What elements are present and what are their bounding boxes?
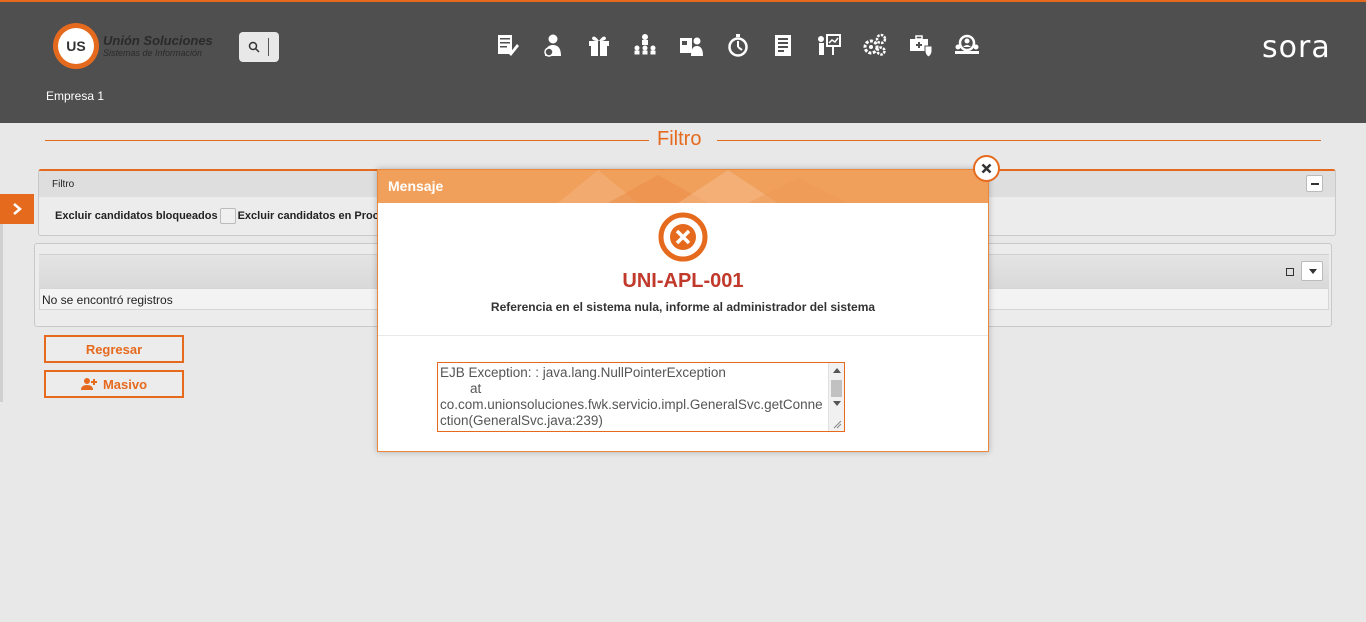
stopwatch-icon[interactable]	[722, 30, 752, 60]
error-dialog: Mensaje UNI-APL-001 Referencia en el sis…	[377, 169, 989, 452]
org-chart-icon[interactable]	[630, 30, 660, 60]
header-decoration	[558, 170, 848, 203]
document-icon[interactable]	[768, 30, 798, 60]
user-add-icon	[80, 378, 97, 390]
error-icon	[658, 212, 708, 262]
title-line-left	[45, 140, 649, 141]
error-detail-text: EJB Exception: : java.lang.NullPointerEx…	[440, 365, 823, 428]
scroll-up-icon[interactable]	[833, 368, 841, 373]
maximize-icon[interactable]	[1286, 268, 1294, 276]
logo-badge-text: US	[58, 28, 94, 64]
person-money-icon[interactable]	[538, 30, 568, 60]
collapse-button[interactable]	[1306, 175, 1323, 192]
close-icon	[981, 163, 992, 174]
back-button[interactable]: Regresar	[44, 335, 184, 363]
filter-panel-title: Filtro	[52, 179, 75, 190]
resize-grip-icon[interactable]	[832, 419, 842, 429]
exclude-blocked-checkbox[interactable]	[219, 208, 236, 224]
section-title-text: Filtro	[657, 128, 702, 150]
chevron-right-icon	[13, 203, 22, 215]
scroll-down-icon[interactable]	[833, 401, 841, 406]
medical-case-icon[interactable]	[906, 30, 936, 60]
search-divider	[268, 38, 269, 56]
bulk-button-label: Masivo	[102, 376, 148, 392]
search-button[interactable]	[239, 32, 279, 62]
id-card-person-icon[interactable]	[676, 30, 706, 60]
logo-name: Unión Soluciones	[103, 33, 213, 48]
dialog-header: Mensaje	[378, 170, 988, 203]
people-search-icon[interactable]	[952, 30, 982, 60]
title-line-right	[717, 140, 1321, 141]
dialog-separator	[378, 335, 988, 336]
contract-edit-icon[interactable]	[492, 30, 522, 60]
logo-subtitle: Sistemas de Información	[103, 48, 203, 58]
gift-icon[interactable]	[584, 30, 614, 60]
side-divider	[0, 224, 3, 402]
brand-logo: sora	[1262, 30, 1331, 65]
module-nav	[492, 30, 998, 60]
company-logo[interactable]: US Unión Soluciones Sistemas de Informac…	[53, 23, 213, 69]
dialog-title: Mensaje	[388, 178, 444, 194]
company-name[interactable]: Empresa 1	[46, 89, 104, 103]
app-header: US Unión Soluciones Sistemas de Informac…	[0, 2, 1366, 123]
back-button-label: Regresar	[85, 341, 143, 357]
exclude-blocked-label: Excluir candidatos bloqueados	[55, 210, 218, 222]
dialog-close-button[interactable]	[973, 155, 1000, 182]
training-board-icon[interactable]	[814, 30, 844, 60]
exclude-process-label: Excluir candidatos en Proc	[237, 210, 379, 222]
section-title: Filtro	[45, 128, 1321, 152]
detail-scrollbar[interactable]	[828, 363, 844, 431]
search-icon	[248, 41, 260, 53]
error-message: Referencia en el sistema nula, informe a…	[490, 300, 876, 314]
gears-icon[interactable]	[860, 30, 890, 60]
bulk-button[interactable]: Masivo	[44, 370, 184, 398]
grid-options-dropdown[interactable]	[1301, 261, 1323, 281]
error-detail-textarea[interactable]: EJB Exception: : java.lang.NullPointerEx…	[437, 362, 845, 432]
error-code: UNI-APL-001	[622, 270, 744, 292]
logo-badge: US	[53, 23, 99, 69]
side-menu-toggle[interactable]	[0, 194, 34, 224]
scroll-thumb[interactable]	[831, 380, 842, 397]
